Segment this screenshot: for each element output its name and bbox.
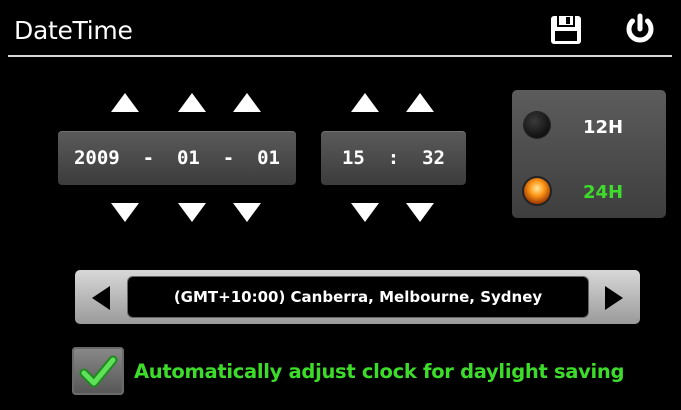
hour-down-button[interactable] — [348, 199, 382, 225]
day-up-button[interactable] — [230, 90, 264, 116]
hour-up-button[interactable] — [348, 90, 382, 116]
time-display: 15 : 32 — [321, 131, 466, 185]
floppy-disk-icon — [551, 16, 581, 44]
month-value: 01 — [176, 147, 200, 169]
minute-up-button[interactable] — [403, 90, 437, 116]
year-up-button[interactable] — [108, 90, 142, 116]
minute-down-button[interactable] — [403, 199, 437, 225]
triangle-down-icon — [178, 203, 206, 222]
triangle-down-icon — [406, 203, 434, 222]
minute-value: 32 — [422, 147, 445, 169]
triangle-down-icon — [351, 203, 379, 222]
label-12h[interactable]: 12H — [583, 117, 623, 138]
checkmark-icon — [79, 355, 118, 388]
label-24h[interactable]: 24H — [583, 182, 623, 203]
month-down-button[interactable] — [175, 199, 209, 225]
triangle-up-icon — [233, 93, 261, 112]
page-title: DateTime — [14, 16, 133, 45]
header-divider — [8, 55, 672, 57]
triangle-right-icon — [605, 286, 623, 310]
triangle-down-icon — [111, 203, 139, 222]
timezone-next-button[interactable] — [601, 283, 627, 313]
time-format-panel: 12H 24H — [512, 90, 666, 218]
hour-value: 15 — [341, 147, 365, 169]
dst-label[interactable]: Automatically adjust clock for daylight … — [134, 360, 624, 383]
timezone-prev-button[interactable] — [88, 283, 114, 313]
power-button[interactable] — [620, 12, 660, 48]
radio-24h[interactable] — [524, 178, 550, 204]
timezone-field[interactable]: (GMT+10:00) Canberra, Melbourne, Sydney — [127, 276, 589, 318]
month-up-button[interactable] — [175, 90, 209, 116]
save-button[interactable] — [546, 12, 586, 48]
year-down-button[interactable] — [108, 199, 142, 225]
triangle-down-icon — [233, 203, 261, 222]
radio-12h[interactable] — [524, 112, 550, 138]
year-value: 2009 — [73, 147, 120, 169]
triangle-up-icon — [178, 93, 206, 112]
dst-checkbox[interactable] — [72, 347, 124, 395]
date-separator: - — [142, 147, 155, 169]
date-separator: - — [222, 147, 235, 169]
day-down-button[interactable] — [230, 199, 264, 225]
power-icon — [626, 13, 654, 43]
triangle-left-icon — [92, 286, 110, 310]
date-display: 2009 - 01 - 01 — [58, 131, 296, 185]
triangle-up-icon — [111, 93, 139, 112]
time-separator: : — [387, 147, 400, 169]
triangle-up-icon — [351, 93, 379, 112]
day-value: 01 — [257, 147, 280, 169]
triangle-up-icon — [406, 93, 434, 112]
